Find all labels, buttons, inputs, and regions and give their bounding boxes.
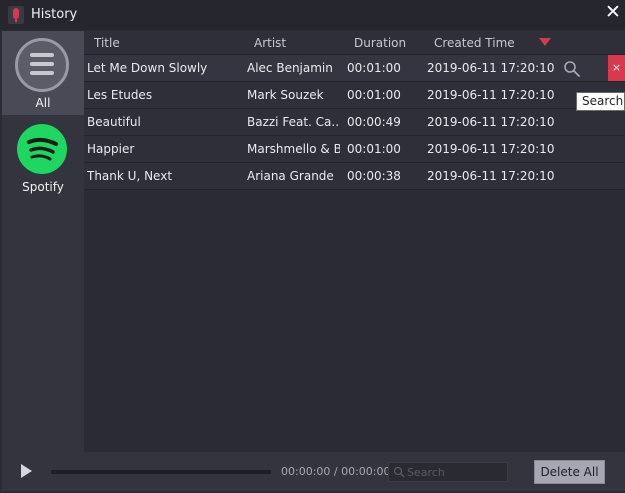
search-icon[interactable]: [562, 59, 582, 79]
cell-duration: 00:00:49: [347, 115, 401, 129]
table-header: Title Artist Duration Created Time: [84, 31, 625, 55]
cell-duration: 00:01:00: [347, 61, 401, 75]
cell-artist: Marshmello & B...: [247, 142, 340, 156]
table-row[interactable]: Thank U, Next Ariana Grande 00:00:38 201…: [84, 163, 625, 190]
cell-title: Beautiful: [87, 115, 141, 129]
table-row[interactable]: Happier Marshmello & B... 00:01:00 2019-…: [84, 136, 625, 163]
cell-title: Let Me Down Slowly: [87, 61, 208, 75]
column-header-artist[interactable]: Artist: [254, 36, 286, 50]
cell-created-time: 2019-06-11 17:20:10: [427, 61, 555, 75]
sidebar: All Spotify: [2, 31, 84, 452]
play-icon[interactable]: [21, 464, 32, 478]
window-close-button[interactable]: ✕: [603, 2, 623, 22]
progress-slider[interactable]: [51, 470, 271, 474]
column-header-title[interactable]: Title: [94, 36, 120, 50]
table-row[interactable]: Les Etudes Mark Souzek 00:01:00 2019-06-…: [84, 82, 625, 109]
app-microphone-icon: [8, 6, 24, 24]
cell-created-time: 2019-06-11 17:20:10: [427, 88, 555, 102]
sidebar-item-spotify[interactable]: Spotify: [2, 115, 84, 199]
cell-title: Happier: [87, 142, 135, 156]
cell-created-time: 2019-06-11 17:20:10: [427, 115, 555, 129]
cell-title: Les Etudes: [87, 88, 153, 102]
sidebar-item-label: Spotify: [22, 180, 64, 194]
column-header-created-time[interactable]: Created Time: [434, 36, 515, 50]
window-title: History: [31, 7, 78, 22]
player-bar: 00:00:00 / 00:00:00 Delete All: [2, 452, 625, 491]
search-tooltip: Search: [576, 92, 625, 111]
search-input[interactable]: [407, 464, 505, 480]
cell-artist: Alec Benjamin: [247, 61, 333, 75]
search-field[interactable]: [388, 462, 508, 482]
table-row[interactable]: Beautiful Bazzi Feat. Ca... 00:00:49 201…: [84, 109, 625, 136]
spotify-icon: [17, 124, 67, 174]
search-icon: [393, 466, 405, 478]
row-delete-button[interactable]: ×: [608, 55, 625, 81]
cell-duration: 00:00:38: [347, 169, 401, 183]
time-readout: 00:00:00 / 00:00:00: [281, 465, 391, 478]
column-header-duration[interactable]: Duration: [354, 36, 406, 50]
sidebar-item-all[interactable]: All: [2, 31, 84, 115]
sidebar-item-label: All: [35, 96, 51, 110]
cell-title: Thank U, Next: [87, 169, 173, 183]
cell-created-time: 2019-06-11 17:20:10: [427, 169, 555, 183]
cell-duration: 00:01:00: [347, 88, 401, 102]
sort-desc-icon[interactable]: [539, 38, 551, 46]
cell-artist: Mark Souzek: [247, 88, 324, 102]
menu-icon: [15, 38, 69, 92]
cell-duration: 00:01:00: [347, 142, 401, 156]
cell-artist: Ariana Grande: [247, 169, 334, 183]
delete-all-button[interactable]: Delete All: [534, 460, 605, 484]
history-table: Let Me Down Slowly Alec Benjamin 00:01:0…: [84, 55, 625, 190]
cell-created-time: 2019-06-11 17:20:10: [427, 142, 555, 156]
table-empty-area: [84, 190, 625, 452]
cell-artist: Bazzi Feat. Ca...: [247, 115, 340, 129]
title-bar: History ✕: [0, 0, 625, 30]
table-row[interactable]: Let Me Down Slowly Alec Benjamin 00:01:0…: [84, 55, 625, 82]
